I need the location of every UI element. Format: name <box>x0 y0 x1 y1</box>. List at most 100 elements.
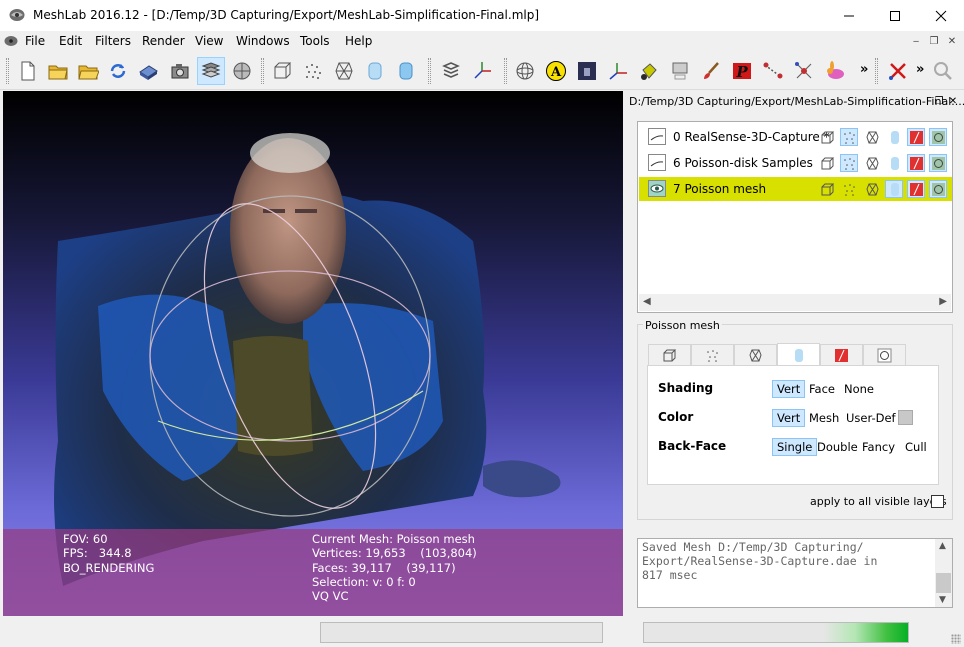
layer-visibility-toggle[interactable] <box>648 154 666 171</box>
layer-bbox-toggle[interactable] <box>818 180 836 198</box>
mdi-close-button[interactable]: ✕ <box>944 34 960 49</box>
annotation-button[interactable]: A <box>542 57 570 85</box>
menu-windows[interactable]: Windows <box>236 34 290 48</box>
layer-texture-toggle[interactable] <box>929 128 947 146</box>
menu-render[interactable]: Render <box>142 34 185 48</box>
mdi-minimize-button[interactable]: ‒ <box>908 34 924 49</box>
mdi-restore-button[interactable]: ❐ <box>926 34 942 49</box>
bunny-button[interactable] <box>821 57 849 85</box>
toolbar-grip-2[interactable] <box>261 58 264 84</box>
scroll-down-icon[interactable]: ▼ <box>939 595 946 605</box>
apply-all-checkbox[interactable] <box>931 495 944 508</box>
color-vert-option[interactable]: Vert <box>772 409 806 427</box>
color-mesh-option[interactable]: Mesh <box>805 409 843 427</box>
flat-button[interactable] <box>361 57 389 85</box>
layer-points-toggle[interactable] <box>840 154 858 172</box>
layer-color-toggle[interactable] <box>907 128 925 146</box>
back-face-single-option[interactable]: Single <box>772 438 818 456</box>
layer-row[interactable]: 0 RealSense-3D-Capture * <box>639 125 952 149</box>
scroll-up-icon[interactable]: ▲ <box>939 541 946 551</box>
back-face-cull-option[interactable]: Cull <box>901 438 931 456</box>
layer-row-selected[interactable]: 7 Poisson mesh <box>639 177 952 201</box>
layer-texture-toggle[interactable] <box>929 154 947 172</box>
texture-button[interactable] <box>437 57 465 85</box>
shading-face-option[interactable]: Face <box>805 380 839 398</box>
log-vscrollbar[interactable]: ▲ ▼ <box>935 539 952 607</box>
show-layers-button[interactable] <box>197 57 225 85</box>
log-scroll-thumb[interactable] <box>936 573 951 593</box>
raster-align-button[interactable] <box>666 57 694 85</box>
toolbar-grip-5[interactable] <box>875 58 878 84</box>
shading-none-option[interactable]: None <box>840 380 878 398</box>
tab-texture[interactable] <box>863 344 906 365</box>
paint-bucket-button[interactable] <box>635 57 663 85</box>
layer-points-toggle[interactable] <box>840 128 858 146</box>
snapshot-button[interactable] <box>166 57 194 85</box>
measure-button[interactable] <box>759 57 787 85</box>
layer-color-toggle[interactable] <box>907 154 925 172</box>
scroll-right-icon[interactable]: ▶ <box>939 296 947 307</box>
layer-wireframe-toggle[interactable] <box>863 154 881 172</box>
3d-viewport[interactable]: FOV: 60 FPS: 344.8 BO_RENDERING Current Me… <box>3 91 623 616</box>
layer-points-toggle[interactable] <box>840 180 858 198</box>
menu-help[interactable]: Help <box>345 34 372 48</box>
axis-button[interactable] <box>468 57 496 85</box>
toolbar-overflow-button[interactable]: » <box>860 62 868 77</box>
dock-float-button[interactable]: ❐ <box>933 95 945 107</box>
stop-button[interactable] <box>884 57 912 85</box>
back-face-double-option[interactable]: Double <box>813 438 862 456</box>
plane-view-button[interactable] <box>228 57 256 85</box>
toolbar-overflow-button-2[interactable]: » <box>916 62 924 77</box>
toolbar-grip[interactable] <box>6 58 9 84</box>
back-face-fancy-option[interactable]: Fancy <box>858 438 899 456</box>
select-faces-button[interactable] <box>790 57 818 85</box>
tab-color[interactable] <box>820 344 863 365</box>
layer-visibility-toggle[interactable] <box>648 180 666 197</box>
shading-vert-option[interactable]: Vert <box>772 380 806 398</box>
reload-button[interactable] <box>104 57 132 85</box>
bbox-button[interactable] <box>268 57 296 85</box>
pick-points-button[interactable]: P <box>728 57 756 85</box>
axis-align-button[interactable] <box>604 57 632 85</box>
layer-color-toggle[interactable] <box>907 180 925 198</box>
close-button[interactable] <box>918 0 964 31</box>
layer-solid-toggle[interactable] <box>885 128 903 146</box>
brush-button[interactable] <box>697 57 725 85</box>
scroll-left-icon[interactable]: ◀ <box>643 296 651 307</box>
layer-wireframe-toggle[interactable] <box>863 180 881 198</box>
layer-wireframe-toggle[interactable] <box>863 128 881 146</box>
menu-view[interactable]: View <box>195 34 223 48</box>
open-project-button[interactable] <box>44 57 72 85</box>
points-button[interactable] <box>299 57 327 85</box>
layer-solid-toggle[interactable] <box>885 180 903 198</box>
new-project-button[interactable] <box>14 57 42 85</box>
layer-visibility-toggle[interactable] <box>648 128 666 145</box>
toolbar-grip-3[interactable] <box>428 58 431 84</box>
open-mesh-button[interactable] <box>74 57 102 85</box>
user-color-swatch[interactable] <box>898 410 913 425</box>
color-user-def-option[interactable]: User-Def <box>842 409 900 427</box>
save-button[interactable] <box>134 57 162 85</box>
tab-points[interactable] <box>691 344 734 365</box>
menu-edit[interactable]: Edit <box>59 34 82 48</box>
search-button[interactable] <box>929 57 957 85</box>
menu-tools[interactable]: Tools <box>300 34 330 48</box>
dock-close-button[interactable]: ✕ <box>947 95 959 107</box>
tab-bbox[interactable] <box>648 344 691 365</box>
layer-bbox-toggle[interactable] <box>818 154 836 172</box>
document-system-menu-icon[interactable] <box>4 35 18 47</box>
smooth-button[interactable] <box>392 57 420 85</box>
toolbar-grip-4[interactable] <box>504 58 507 84</box>
dark-box-button[interactable] <box>573 57 601 85</box>
menu-filters[interactable]: Filters <box>95 34 131 48</box>
tab-wireframe[interactable] <box>734 344 777 365</box>
log-window[interactable]: Saved Mesh D:/Temp/3D Capturing/ Export/… <box>637 538 953 608</box>
layer-texture-toggle[interactable] <box>929 180 947 198</box>
tab-solid[interactable] <box>777 343 820 366</box>
maximize-button[interactable] <box>872 0 918 31</box>
layer-list-hscrollbar[interactable]: ◀ ▶ <box>639 294 951 311</box>
wireframe-button[interactable] <box>330 57 358 85</box>
layer-row[interactable]: 6 Poisson-disk Samples <box>639 151 952 175</box>
trackball-button[interactable] <box>511 57 539 85</box>
layer-bbox-toggle[interactable] <box>818 128 836 146</box>
